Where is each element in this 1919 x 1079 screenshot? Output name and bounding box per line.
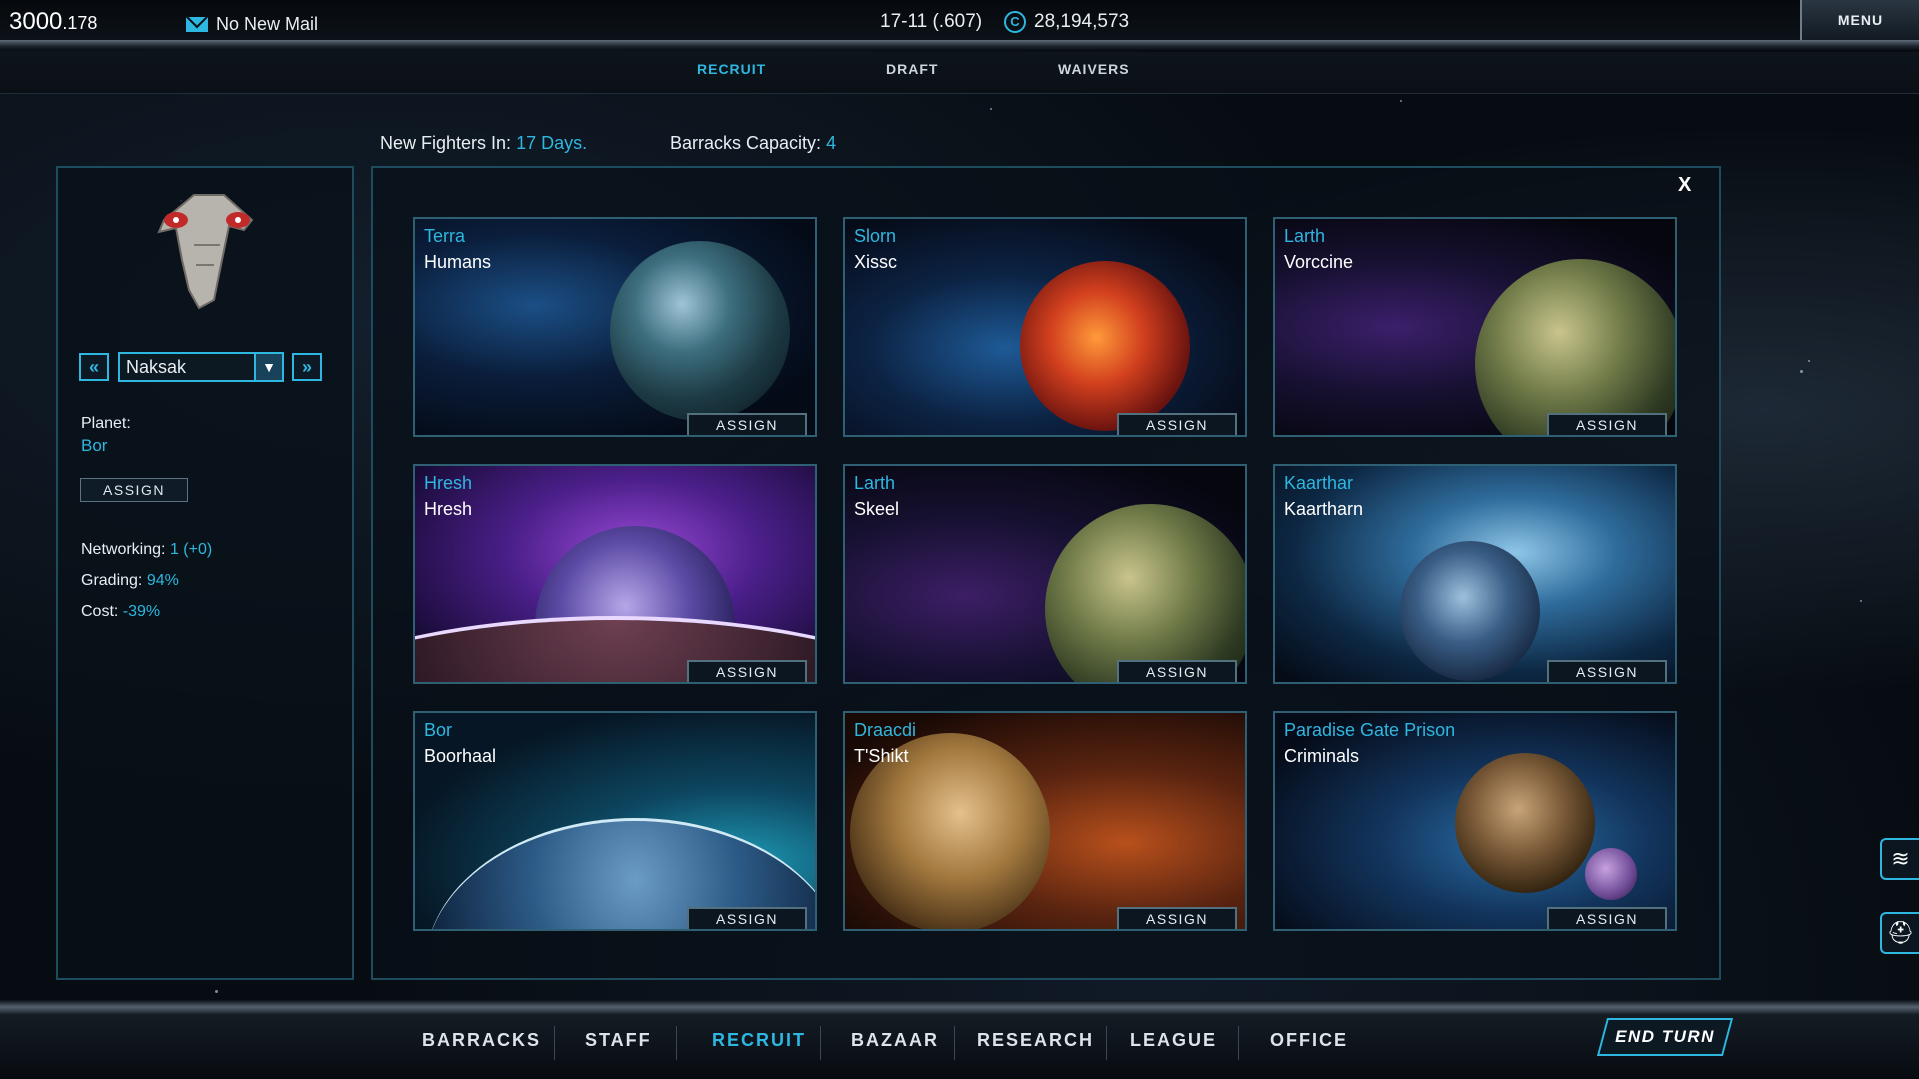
tab-waivers[interactable]: WAIVERS xyxy=(1058,61,1130,77)
planet-name: Paradise Gate Prison xyxy=(1284,720,1456,740)
planet-race: Skeel xyxy=(854,499,900,519)
planet-name: Hresh xyxy=(424,473,473,493)
grading-stat: Grading: 94% xyxy=(81,572,179,589)
coin-icon: C xyxy=(1004,11,1026,33)
scout-select-value: Naksak xyxy=(126,357,187,377)
nav-staff[interactable]: STAFF xyxy=(585,1030,652,1051)
end-turn-button[interactable]: END TURN xyxy=(1596,1018,1734,1056)
planet-race: Kaartharn xyxy=(1284,499,1364,519)
planet-name: Slorn xyxy=(854,226,897,246)
scout-portrait xyxy=(157,194,254,310)
prev-scout-button[interactable]: « xyxy=(79,353,109,381)
planet-card-paradise-gate-prison[interactable]: Paradise Gate Prison Criminals ASSIGN xyxy=(1273,711,1677,931)
nav-bazaar[interactable]: BAZAAR xyxy=(851,1030,939,1051)
assign-button[interactable]: ASSIGN xyxy=(1117,413,1237,435)
planet-name: Draacdi xyxy=(854,720,917,740)
bottom-frame-edge xyxy=(0,1000,1919,1014)
new-fighters-info: New Fighters In: 17 Days. xyxy=(380,133,588,153)
planet-race: Vorccine xyxy=(1284,252,1354,272)
planet-race: Boorhaal xyxy=(424,746,497,766)
planet-card-terra[interactable]: Terra Humans ASSIGN xyxy=(413,217,817,437)
planet-card-kaarthar[interactable]: Kaarthar Kaartharn ASSIGN xyxy=(1273,464,1677,684)
cost-stat: Cost: -39% xyxy=(81,603,161,620)
tab-recruit[interactable]: RECRUIT xyxy=(697,61,766,77)
planet-name: Terra xyxy=(424,226,466,246)
nav-divider xyxy=(676,1026,677,1060)
next-scout-button[interactable]: » xyxy=(292,353,322,381)
planet-name: Kaarthar xyxy=(1284,473,1354,493)
nav-research[interactable]: RESEARCH xyxy=(977,1030,1094,1051)
networking-stat: Networking: 1 (+0) xyxy=(81,541,213,558)
assign-button[interactable]: ASSIGN xyxy=(687,907,807,929)
planet-card-larth[interactable]: Larth Vorccine ASSIGN xyxy=(1273,217,1677,437)
assign-button[interactable]: ASSIGN xyxy=(1547,907,1667,929)
assign-button[interactable]: ASSIGN xyxy=(1117,907,1237,929)
nav-divider xyxy=(954,1026,955,1060)
planet-name: Bor xyxy=(424,720,453,740)
planet-race: T'Shikt xyxy=(854,746,909,766)
helmet-icon[interactable]: ⛑ xyxy=(1880,912,1919,954)
nav-league[interactable]: LEAGUE xyxy=(1130,1030,1217,1051)
planet-label: Planet: xyxy=(81,415,131,432)
planet-card-slorn[interactable]: Slorn Xissc ASSIGN xyxy=(843,217,1247,437)
scout-select[interactable]: Naksak ▼ xyxy=(118,352,284,382)
nav-divider xyxy=(1238,1026,1239,1060)
planet-card-draacdi[interactable]: Draacdi T'Shikt ASSIGN xyxy=(843,711,1247,931)
signal-icon[interactable]: ≋ xyxy=(1880,838,1919,880)
nav-divider xyxy=(1106,1026,1107,1060)
chevron-down-icon[interactable]: ▼ xyxy=(254,354,282,380)
win-loss-record: 17-11 (.607) xyxy=(880,11,983,32)
close-button[interactable]: X xyxy=(1678,174,1691,197)
money-balance: 28,194,573 xyxy=(1034,11,1130,32)
planet-card-bor[interactable]: Bor Boorhaal ASSIGN xyxy=(413,711,817,931)
scout-assign-button[interactable]: ASSIGN xyxy=(80,478,188,502)
mail-button[interactable]: No New Mail xyxy=(186,14,318,35)
assign-button[interactable]: ASSIGN xyxy=(687,413,807,435)
mail-icon xyxy=(186,17,208,32)
planet-card-hresh[interactable]: Hresh Hresh ASSIGN xyxy=(413,464,817,684)
top-frame-edge xyxy=(0,40,1919,50)
sub-tabs xyxy=(0,52,1919,94)
tab-draft[interactable]: DRAFT xyxy=(886,61,938,77)
nav-divider xyxy=(554,1026,555,1060)
planet-race: Hresh xyxy=(424,499,473,519)
assign-button[interactable]: ASSIGN xyxy=(1547,413,1667,435)
planet-name: Larth xyxy=(1284,226,1326,246)
planet-race: Criminals xyxy=(1284,746,1360,766)
mail-status: No New Mail xyxy=(216,14,319,34)
menu-button[interactable]: MENU xyxy=(1800,0,1919,40)
assign-button[interactable]: ASSIGN xyxy=(1117,660,1237,682)
planet-name: Larth xyxy=(854,473,896,493)
barracks-capacity-info: Barracks Capacity: 4 xyxy=(670,133,837,153)
nav-recruit[interactable]: RECRUIT xyxy=(712,1030,806,1051)
planet-race: Humans xyxy=(424,252,492,272)
assign-button[interactable]: ASSIGN xyxy=(1547,660,1667,682)
nav-barracks[interactable]: BARRACKS xyxy=(422,1030,541,1051)
planet-race: Xissc xyxy=(854,252,898,272)
nav-office[interactable]: OFFICE xyxy=(1270,1030,1348,1051)
planet-card-larth-skeel[interactable]: Larth Skeel ASSIGN xyxy=(843,464,1247,684)
nav-divider xyxy=(820,1026,821,1060)
planet-value: Bor xyxy=(81,436,108,455)
credits-readout: 3000.178 xyxy=(9,8,98,35)
assign-button[interactable]: ASSIGN xyxy=(687,660,807,682)
top-bar: 3000.178 No New Mail 17-11 (.607) C 28,1… xyxy=(0,0,1919,40)
